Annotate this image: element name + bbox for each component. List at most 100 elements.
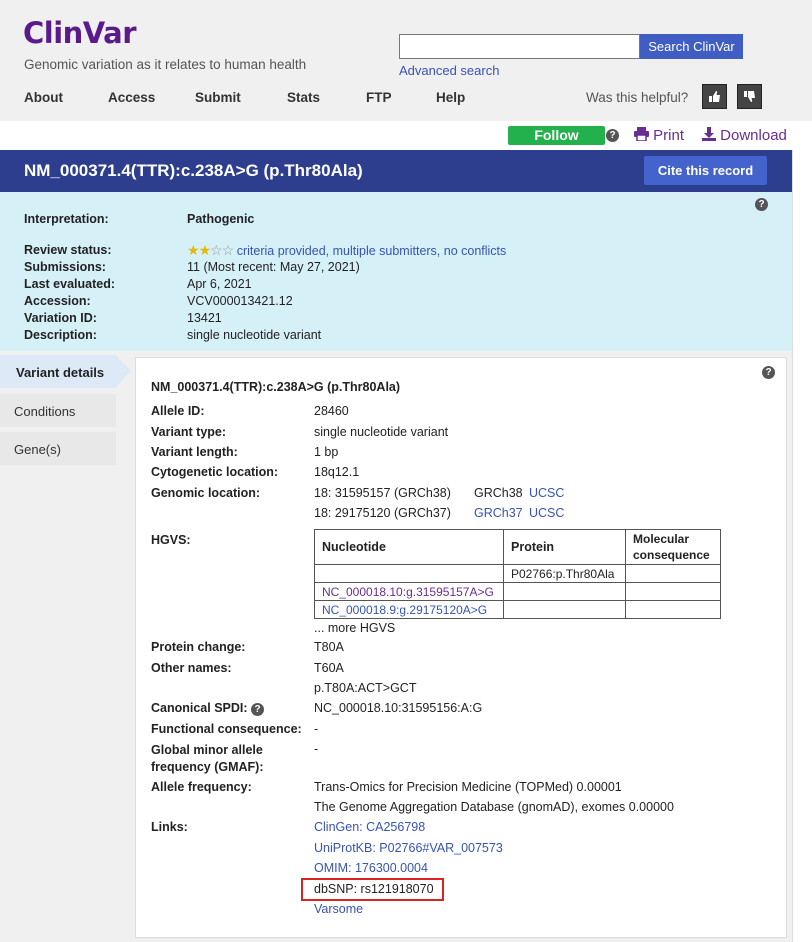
tab-variant-details[interactable]: Variant details bbox=[0, 355, 116, 388]
star-filled-icon: ★ bbox=[198, 242, 212, 258]
omim-link[interactable]: OMIM: 176300.0004 bbox=[314, 861, 428, 875]
grch37-link[interactable]: GRCh37 bbox=[474, 506, 523, 520]
summary-help-icon[interactable]: ? bbox=[755, 198, 768, 211]
last-evaluated-value: Apr 6, 2021 bbox=[187, 277, 252, 291]
table-row: P02766:p.Thr80Ala bbox=[314, 564, 721, 583]
accession-label: Accession: bbox=[24, 294, 91, 308]
accession-value: VCV000013421.12 bbox=[187, 294, 293, 308]
tab-conditions[interactable]: Conditions bbox=[0, 394, 116, 427]
canonical-spdi-label: Canonical SPDI: ? bbox=[151, 701, 265, 716]
links-label: Links: bbox=[151, 820, 188, 834]
interpretation-value: Pathogenic bbox=[187, 212, 255, 226]
follow-button[interactable]: Follow bbox=[508, 126, 605, 145]
hgvs-label: HGVS: bbox=[151, 533, 191, 547]
other-name-item: p.T80A:ACT>GCT bbox=[314, 681, 417, 695]
allele-frequency-label: Allele frequency: bbox=[151, 780, 252, 794]
other-name-item: T60A bbox=[314, 661, 344, 675]
variant-type-label: Variant type: bbox=[151, 425, 227, 439]
download-button[interactable]: Download bbox=[702, 127, 787, 144]
nav-ftp[interactable]: FTP bbox=[366, 90, 436, 105]
helpful-label: Was this helpful? bbox=[586, 90, 689, 105]
ucsc-link-37[interactable]: UCSC bbox=[529, 506, 564, 520]
tab-genes[interactable]: Gene(s) bbox=[0, 432, 116, 465]
help-icon[interactable]: ? bbox=[606, 129, 619, 142]
genomic-location-grch37: 18: 29175120 (GRCh37) bbox=[314, 506, 451, 520]
clingen-link[interactable]: ClinGen: CA256798 bbox=[314, 820, 425, 834]
thumbs-down-icon[interactable] bbox=[737, 84, 762, 109]
grch38-link[interactable]: GRCh38 bbox=[474, 486, 523, 500]
gmaf-value: - bbox=[314, 742, 319, 756]
ucsc-link-38[interactable]: UCSC bbox=[529, 486, 564, 500]
col-protein: Protein bbox=[503, 529, 626, 565]
thumbs-up-icon[interactable] bbox=[702, 84, 727, 109]
main-nav: About Access Submit Stats FTP Help bbox=[24, 90, 486, 105]
search-button[interactable]: Search ClinVar bbox=[640, 34, 743, 59]
search-input[interactable] bbox=[399, 34, 640, 59]
action-bar bbox=[0, 121, 812, 150]
cytogenetic-label: Cytogenetic location: bbox=[151, 465, 279, 479]
download-label: Download bbox=[720, 127, 787, 144]
canonical-spdi-value: NC_000018.10:31595156:A:G bbox=[314, 701, 483, 715]
nav-about[interactable]: About bbox=[24, 90, 108, 105]
nav-access[interactable]: Access bbox=[108, 90, 195, 105]
allele-id-label: Allele ID: bbox=[151, 404, 205, 418]
table-header-row: Nucleotide Protein Molecular consequence bbox=[314, 529, 721, 565]
variation-id-label: Variation ID: bbox=[24, 311, 97, 325]
star-empty-icon: ☆ bbox=[221, 242, 235, 258]
hgvs-cell bbox=[314, 564, 504, 583]
active-tab-arrow bbox=[116, 355, 131, 387]
more-hgvs-link[interactable]: ... more HGVS bbox=[314, 621, 395, 635]
allele-frequency-item: Trans-Omics for Precision Medicine (TOPM… bbox=[314, 780, 622, 794]
variation-id-value: 13421 bbox=[187, 311, 222, 325]
canonical-spdi-text: Canonical SPDI: bbox=[151, 701, 248, 715]
review-status-link[interactable]: criteria provided, multiple submitters, … bbox=[237, 244, 507, 258]
varsome-link[interactable]: Varsome bbox=[314, 902, 363, 916]
review-status-label: Review status: bbox=[24, 243, 112, 257]
clinvar-logo[interactable]: ClinVar bbox=[23, 16, 137, 50]
spdi-help-icon[interactable]: ? bbox=[251, 703, 265, 716]
protein-change-label: Protein change: bbox=[151, 640, 246, 654]
hgvs-cell bbox=[625, 564, 721, 583]
description-label: Description: bbox=[24, 328, 97, 342]
nav-help[interactable]: Help bbox=[436, 90, 486, 105]
details-help-icon[interactable]: ? bbox=[762, 366, 775, 379]
hgvs-cell bbox=[625, 600, 721, 619]
interpretation-label: Interpretation: bbox=[24, 212, 109, 226]
page-title: NM_000371.4(TTR):c.238A>G (p.Thr80Ala) bbox=[24, 161, 363, 180]
submissions-label: Submissions: bbox=[24, 260, 106, 274]
allele-frequency-item: The Genome Aggregation Database (gnomAD)… bbox=[314, 800, 674, 814]
table-row: NC_000018.10:g.31595157A>G bbox=[314, 582, 721, 601]
print-button[interactable]: Print bbox=[634, 127, 684, 144]
other-names-label: Other names: bbox=[151, 661, 232, 675]
functional-consequence-value: - bbox=[314, 722, 319, 736]
variant-length-value: 1 bp bbox=[314, 445, 339, 459]
table-row: NC_000018.9:g.29175120A>G bbox=[314, 600, 721, 619]
hgvs-cell bbox=[503, 600, 626, 619]
scrollbar-track[interactable] bbox=[792, 150, 812, 942]
star-filled-icon: ★ bbox=[187, 242, 200, 258]
protein-change-value: T80A bbox=[314, 640, 344, 654]
hgvs-cell bbox=[625, 582, 721, 601]
site-header: ClinVar Genomic variation as it relates … bbox=[0, 0, 812, 121]
cite-record-button[interactable]: Cite this record bbox=[644, 156, 767, 185]
hgvs-nucleotide-link[interactable]: NC_000018.9:g.29175120A>G bbox=[314, 600, 504, 619]
genomic-location-grch38: 18: 31595157 (GRCh38) bbox=[314, 486, 451, 500]
review-status-value: ★★☆☆ criteria provided, multiple submitt… bbox=[187, 242, 506, 259]
functional-consequence-label: Functional consequence: bbox=[151, 722, 302, 736]
hgvs-cell bbox=[503, 582, 626, 601]
hgvs-nucleotide-link[interactable]: NC_000018.10:g.31595157A>G bbox=[314, 582, 504, 601]
advanced-search-link[interactable]: Advanced search bbox=[399, 63, 499, 78]
nav-stats[interactable]: Stats bbox=[287, 90, 366, 105]
highlight-box bbox=[301, 878, 444, 901]
print-label: Print bbox=[653, 127, 685, 144]
submissions-value: 11 (Most recent: May 27, 2021) bbox=[187, 260, 360, 274]
uniprotkb-link[interactable]: UniProtKB: P02766#VAR_007573 bbox=[314, 841, 503, 855]
nav-submit[interactable]: Submit bbox=[195, 90, 287, 105]
description-value: single nucleotide variant bbox=[187, 328, 322, 342]
download-icon bbox=[702, 127, 716, 141]
last-evaluated-label: Last evaluated: bbox=[24, 277, 116, 291]
variant-length-label: Variant length: bbox=[151, 445, 238, 459]
hgvs-cell: P02766:p.Thr80Ala bbox=[503, 564, 626, 583]
tagline: Genomic variation as it relates to human… bbox=[24, 57, 307, 72]
details-heading: NM_000371.4(TTR):c.238A>G (p.Thr80Ala) bbox=[151, 380, 401, 394]
